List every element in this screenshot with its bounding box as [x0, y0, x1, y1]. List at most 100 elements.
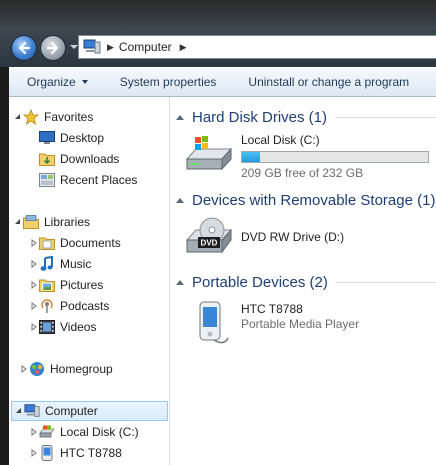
content-pane: Hard Disk Drives (1) Local Disk (C:) 209… [170, 97, 436, 465]
nav-downloads[interactable]: Downloads [39, 149, 169, 169]
collapsed-arrow-icon[interactable] [19, 364, 29, 374]
nav-pictures-label: Pictures [60, 278, 104, 292]
nav-recent-places[interactable]: Recent Places [39, 170, 169, 190]
window-left-edge [0, 67, 9, 465]
nav-downloads-label: Downloads [60, 152, 120, 166]
star-icon [23, 109, 39, 125]
nav-pictures[interactable]: Pictures [29, 275, 169, 295]
expanded-arrow-icon[interactable] [14, 406, 24, 416]
breadcrumb-separator-icon[interactable]: ▶ [180, 42, 187, 53]
nav-recent-places-label: Recent Places [60, 173, 138, 187]
collapsed-arrow-icon[interactable] [29, 280, 39, 290]
uninstall-program-button[interactable]: Uninstall or change a program [230, 75, 423, 89]
collapse-group-icon[interactable] [176, 197, 184, 203]
pictures-icon [39, 277, 55, 293]
nav-htc-label: HTC T8788 [60, 446, 122, 460]
nav-homegroup[interactable]: Homegroup [19, 359, 169, 379]
recent-places-icon [39, 172, 55, 188]
group-hard-disk-drives[interactable]: Hard Disk Drives (1) [176, 106, 436, 128]
nav-htc-device[interactable]: HTC T8788 [29, 443, 169, 463]
windows-hard-drive-icon [185, 136, 233, 171]
address-bar[interactable]: ▶ Computer ▶ [78, 35, 436, 59]
nav-music[interactable]: Music [29, 254, 169, 274]
uninstall-label: Uninstall or change a program [248, 75, 410, 89]
nav-videos[interactable]: Videos [29, 317, 169, 337]
desktop-icon [39, 130, 55, 146]
system-properties-label: System properties [119, 75, 217, 89]
nav-documents-label: Documents [60, 236, 121, 250]
homegroup-icon [29, 361, 45, 377]
htc-device-type: Portable Media Player [241, 317, 360, 331]
recent-pages-dropdown[interactable] [70, 45, 78, 49]
command-bar: Organize System properties Uninstall or … [9, 67, 436, 97]
dvd-drive-name: DVD RW Drive (D:) [241, 230, 345, 244]
collapsed-arrow-icon[interactable] [29, 238, 39, 248]
libraries-icon [23, 214, 39, 230]
forward-button[interactable] [40, 35, 66, 61]
computer-icon [83, 39, 101, 54]
disk-usage-bar [241, 151, 429, 163]
collapse-group-icon[interactable] [176, 114, 184, 120]
computer-icon [24, 403, 40, 419]
nav-music-label: Music [60, 257, 92, 271]
collapsed-arrow-icon[interactable] [29, 259, 39, 269]
group-divider [335, 281, 436, 283]
arrow-right-icon [46, 41, 59, 55]
organize-button[interactable]: Organize [9, 75, 102, 89]
disk-usage-fill [242, 152, 261, 162]
music-note-icon [39, 256, 55, 272]
navigation-pane: Favorites Desktop Downloads Recent Place… [9, 97, 170, 465]
collapsed-arrow-icon[interactable] [29, 322, 39, 332]
collapsed-arrow-icon[interactable] [29, 448, 39, 458]
collapsed-arrow-icon[interactable] [29, 301, 39, 311]
nav-desktop-label: Desktop [60, 131, 105, 145]
overflow-button[interactable]: N [423, 75, 436, 89]
group-title: Devices with Removable Storage (1) [192, 191, 436, 209]
collapsed-arrow-icon[interactable] [29, 427, 39, 437]
nav-computer-label: Computer [45, 404, 98, 418]
nav-favorites[interactable]: Favorites [13, 107, 169, 127]
group-removable-storage[interactable]: Devices with Removable Storage (1) [176, 189, 436, 211]
breadcrumb-computer[interactable]: Computer [119, 40, 172, 54]
nav-local-disk-label: Local Disk (C:) [60, 425, 139, 439]
group-portable-devices[interactable]: Portable Devices (2) [176, 271, 436, 293]
nav-favorites-label: Favorites [44, 110, 94, 124]
documents-icon [39, 235, 55, 251]
nav-desktop[interactable]: Desktop [39, 128, 169, 148]
nav-podcasts[interactable]: Podcasts [29, 296, 169, 316]
group-divider [335, 116, 436, 118]
local-disk-item[interactable]: Local Disk (C:) 209 GB free of 232 GB [184, 133, 429, 181]
expanded-arrow-icon[interactable] [13, 217, 23, 227]
back-button[interactable] [11, 35, 37, 61]
downloads-folder-icon [39, 151, 55, 167]
nav-homegroup-label: Homegroup [50, 362, 113, 376]
local-disk-name: Local Disk (C:) [241, 133, 320, 147]
arrow-left-icon [18, 41, 31, 55]
podcast-icon [39, 298, 55, 314]
htc-device-name: HTC T8788 [241, 302, 303, 316]
phone-icon [39, 445, 55, 461]
breadcrumb-separator-icon[interactable]: ▶ [107, 42, 114, 53]
nav-libraries-label: Libraries [44, 215, 91, 229]
nav-local-disk[interactable]: Local Disk (C:) [29, 422, 169, 442]
dvd-badge-label: DVD [201, 239, 218, 248]
collapse-group-icon[interactable] [176, 279, 184, 285]
expanded-arrow-icon[interactable] [13, 112, 23, 122]
local-disk-free-space: 209 GB free of 232 GB [241, 166, 364, 180]
organize-label: Organize [27, 75, 76, 89]
video-film-icon [39, 319, 55, 335]
chevron-down-icon [81, 80, 88, 84]
hard-drive-icon [39, 424, 55, 440]
dvd-drive-icon: DVD [185, 217, 233, 254]
htc-device-item[interactable]: HTC T8788 Portable Media Player [184, 300, 359, 348]
phone-device-icon [199, 301, 229, 344]
nav-computer[interactable]: Computer [11, 401, 168, 421]
nav-podcasts-label: Podcasts [60, 299, 110, 313]
dvd-drive-item[interactable]: DVD DVD RW Drive (D:) [184, 216, 344, 258]
nav-documents[interactable]: Documents [29, 233, 169, 253]
nav-libraries[interactable]: Libraries [13, 212, 169, 232]
system-properties-button[interactable]: System properties [102, 75, 231, 89]
group-title: Portable Devices (2) [192, 273, 328, 291]
group-title: Hard Disk Drives (1) [192, 108, 328, 126]
nav-videos-label: Videos [60, 320, 97, 334]
